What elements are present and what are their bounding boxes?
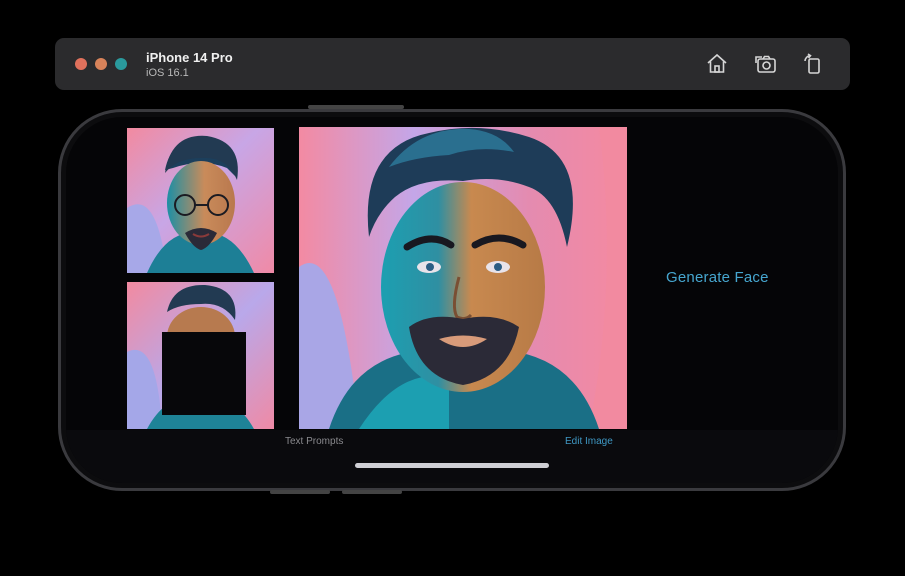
mask-region[interactable] [162,332,246,415]
device-name: iPhone 14 Pro [146,50,233,65]
window-controls [75,58,127,70]
minimize-window-button[interactable] [95,58,107,70]
tab-edit-image[interactable]: Edit Image [565,436,613,447]
home-indicator[interactable] [355,463,549,468]
tab-bar: Text Prompts Edit Image [66,430,838,483]
volume-down-button[interactable] [342,490,402,494]
home-icon[interactable] [705,52,729,76]
close-window-button[interactable] [75,58,87,70]
tab-text-prompts[interactable]: Text Prompts [285,436,343,447]
volume-up-button[interactable] [270,490,330,494]
app-screen: Generate Face Text Prompts Edit Image [66,117,838,483]
action-button[interactable] [308,105,404,109]
generate-face-button[interactable]: Generate Face [666,269,769,286]
screenshot-icon[interactable] [754,52,778,76]
simulator-titlebar: iPhone 14 Pro iOS 16.1 [55,38,850,90]
rotate-icon[interactable] [801,52,825,76]
masked-face-thumbnail[interactable] [127,282,274,429]
os-version: iOS 16.1 [146,67,189,79]
generated-face-thumbnail-1[interactable] [127,128,274,273]
zoom-window-button[interactable] [115,58,127,70]
main-generated-face[interactable] [299,127,627,429]
